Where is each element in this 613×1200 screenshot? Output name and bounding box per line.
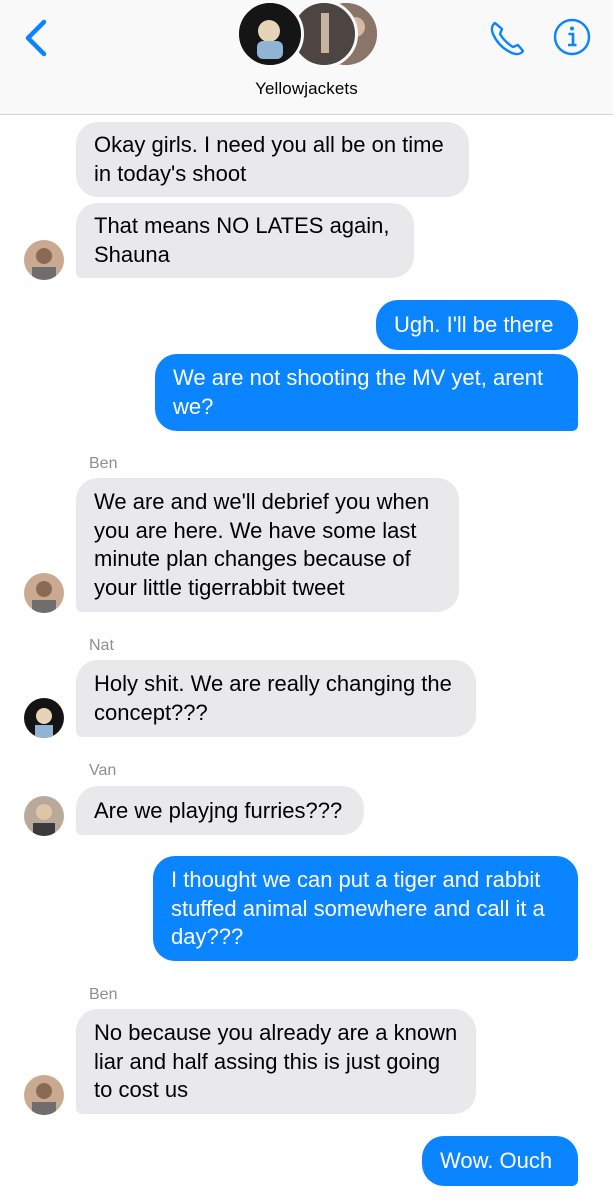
sender-avatar: [24, 240, 64, 280]
sender-name: Van: [89, 762, 117, 779]
outgoing-message[interactable]: I thought we can put a tiger and rabbit …: [153, 856, 578, 961]
chevron-left-icon: [25, 19, 47, 57]
incoming-message[interactable]: No because you already are a known liar …: [76, 1009, 476, 1114]
info-icon: [553, 18, 591, 56]
phone-icon: [490, 21, 525, 56]
back-button[interactable]: [22, 18, 52, 58]
incoming-message[interactable]: Are we playjng furries???: [76, 786, 364, 835]
group-avatar-stack[interactable]: [236, 0, 380, 68]
incoming-message[interactable]: Okay girls. I need you all be on time in…: [76, 122, 469, 197]
sender-avatar: [24, 573, 64, 613]
call-button[interactable]: [486, 17, 528, 59]
outgoing-message[interactable]: Ugh. I'll be there: [376, 300, 578, 350]
sender-avatar: [24, 1075, 64, 1115]
sender-avatar: [24, 796, 64, 836]
outgoing-message[interactable]: We are not shooting the MV yet, arent we…: [155, 354, 578, 431]
incoming-message[interactable]: Holy shit. We are really changing the co…: [76, 660, 476, 737]
conversation-title[interactable]: Yellowjackets: [0, 79, 613, 99]
incoming-message[interactable]: We are and we'll debrief you when you ar…: [76, 478, 459, 612]
outgoing-message[interactable]: Wow. Ouch: [422, 1136, 578, 1186]
group-member-avatar: [236, 0, 304, 68]
info-button[interactable]: [552, 17, 592, 57]
incoming-message[interactable]: That means NO LATES again, Shauna: [76, 203, 414, 278]
sender-name: Nat: [89, 637, 114, 654]
sender-avatar: [24, 698, 64, 738]
sender-name: Ben: [89, 986, 118, 1003]
sender-name: Ben: [89, 455, 118, 472]
conversation-header: Yellowjackets: [0, 0, 613, 115]
